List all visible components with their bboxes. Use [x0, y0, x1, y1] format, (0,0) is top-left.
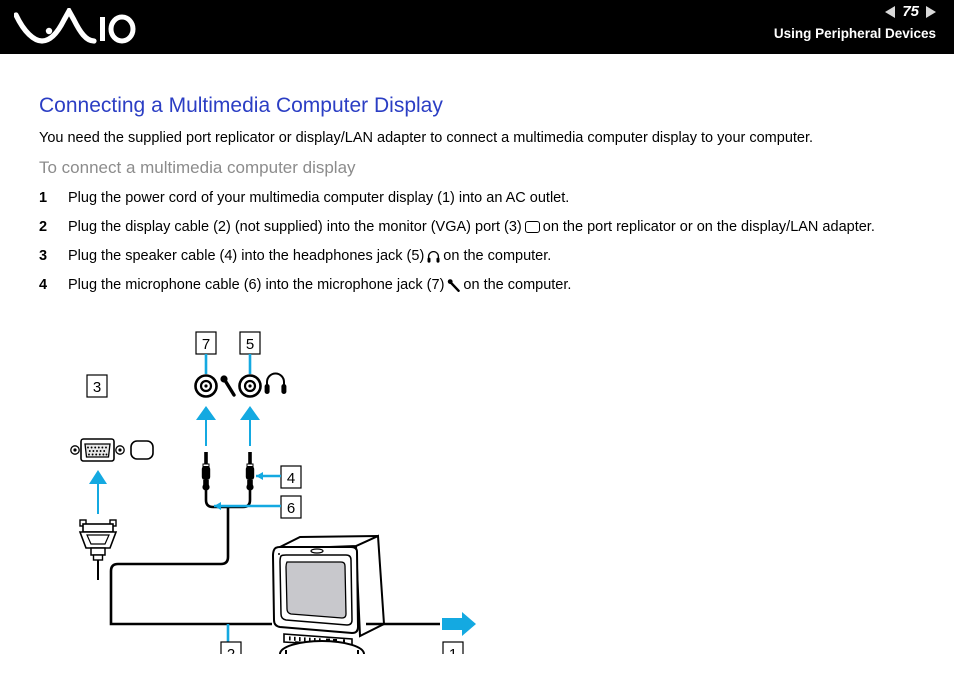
previous-page-icon[interactable] [885, 6, 896, 18]
list-item: 1 Plug the power cord of your multimedia… [39, 188, 929, 208]
headphones-symbol-icon [427, 249, 440, 263]
callout-3-label: 3 [93, 379, 101, 396]
headphones-jack [238, 374, 262, 398]
vaio-logo [13, 5, 138, 46]
step-text: Plug the power cord of your multimedia c… [68, 190, 570, 206]
page-header: 75 Using Peripheral Devices [0, 0, 954, 54]
page-navigator: 75 [774, 2, 936, 22]
microphone-symbol-icon [447, 278, 461, 292]
page-number: 75 [902, 3, 919, 20]
monitor-vga-port [70, 438, 125, 462]
callout-3: 3 [86, 374, 108, 398]
step-text-continued: on the port replicator or on the display… [542, 219, 875, 235]
connection-diagram: 3 7 5 4 6 [0, 324, 954, 654]
section-subheading: To connect a multimedia computer display [39, 158, 356, 177]
list-item: 4 Plug the microphone cable (6) into the… [39, 275, 929, 295]
callout-1: 1 [442, 641, 464, 654]
step-number: 1 [39, 190, 48, 206]
step-number: 2 [39, 219, 48, 235]
microphone-cable-plug [201, 452, 211, 491]
vga-connection-arrow [89, 470, 107, 514]
speaker-cable-plug [245, 452, 255, 491]
callout-1-label: 1 [449, 646, 457, 654]
list-item: 3 Plug the speaker cable (4) into the he… [39, 246, 929, 266]
step-number: 3 [39, 248, 48, 264]
callout-2: 2 [220, 624, 242, 654]
callout-4-label: 4 [287, 470, 295, 487]
monitor-symbol-icon [130, 440, 154, 460]
intro-paragraph: You need the supplied port replicator or… [39, 130, 814, 146]
callout-7-label: 7 [202, 336, 210, 353]
next-page-icon[interactable] [926, 6, 936, 18]
speaker-connection-arrow [240, 406, 260, 446]
list-item: 2 Plug the display cable (2) (not suppli… [39, 217, 929, 237]
step-text-continued: on the computer. [463, 277, 572, 293]
steps-list: 1 Plug the power cord of your multimedia… [39, 188, 929, 304]
header-right-block: 75 Using Peripheral Devices [774, 2, 936, 42]
step-number: 4 [39, 277, 48, 293]
callout-5: 5 [239, 331, 261, 374]
step-text: Plug the speaker cable (4) into the head… [68, 248, 425, 264]
step-text-continued: on the computer. [443, 248, 552, 264]
step-text: Plug the microphone cable (6) into the m… [68, 277, 445, 293]
callout-7: 7 [195, 331, 217, 374]
page-title: Connecting a Multimedia Computer Display [39, 94, 443, 117]
headphones-symbol-icon [264, 372, 287, 394]
callout-2-label: 2 [227, 646, 235, 654]
callout-5-label: 5 [246, 336, 254, 353]
crt-multimedia-display [271, 534, 386, 654]
callout-4: 4 [256, 465, 302, 489]
step-text: Plug the display cable (2) (not supplied… [68, 219, 522, 235]
callout-6-label: 6 [287, 500, 295, 517]
microphone-jack [194, 374, 218, 398]
monitor-symbol-icon [524, 221, 540, 233]
microphone-connection-arrow [196, 406, 216, 446]
breadcrumb: Using Peripheral Devices [773, 26, 936, 41]
microphone-symbol-icon [220, 375, 236, 397]
